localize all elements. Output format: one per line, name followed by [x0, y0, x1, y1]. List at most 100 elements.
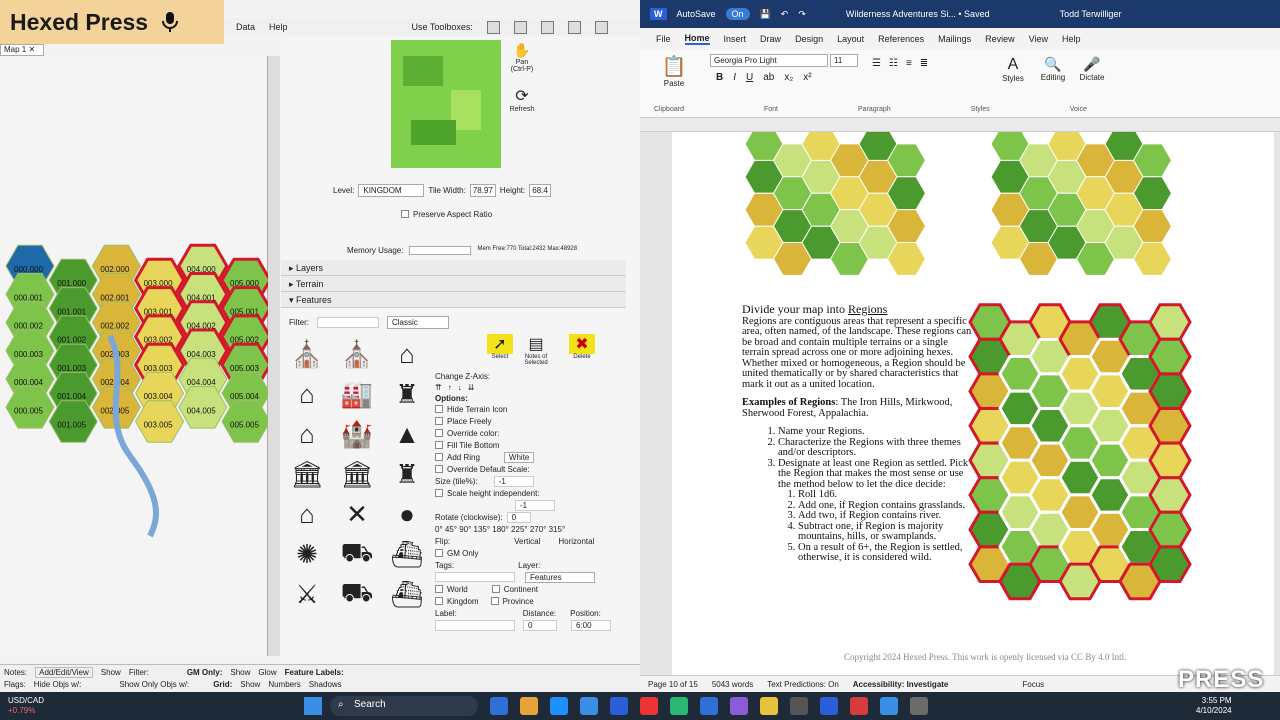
ribbon-tab-insert[interactable]: Insert: [724, 34, 747, 44]
taskbar-app-icon[interactable]: [760, 697, 778, 715]
feature-stamp-icon[interactable]: ⌂: [289, 376, 325, 412]
ribbon-tab-draw[interactable]: Draw: [760, 34, 781, 44]
autosave-toggle[interactable]: On: [725, 8, 750, 20]
document-area[interactable]: Divide your map into Regions Regions are…: [640, 132, 1280, 675]
feature-stamp-icon[interactable]: ♜: [389, 456, 425, 492]
redo-icon[interactable]: ↷: [798, 9, 806, 20]
accessibility-status[interactable]: Accessibility: Investigate: [853, 680, 949, 689]
height-input[interactable]: 68.4: [529, 184, 551, 197]
rotation-values[interactable]: 0° 45° 90° 135° 180° 225° 270° 315°: [435, 525, 565, 534]
z-lower-icon[interactable]: ↓: [458, 383, 462, 392]
feature-stamp-icon[interactable]: 🏰: [339, 416, 375, 452]
word-count[interactable]: 5043 words: [712, 680, 753, 689]
feature-stamp-icon[interactable]: ⛴: [389, 576, 425, 612]
toolbox-icon[interactable]: [594, 20, 608, 34]
taskbar-app-icon[interactable]: [670, 697, 688, 715]
underline-icon[interactable]: U: [746, 72, 753, 83]
ring-color-select[interactable]: White: [503, 451, 535, 463]
opt-add-ring[interactable]: Add Ring White: [435, 451, 625, 463]
bullets-icon[interactable]: ☰: [872, 58, 881, 69]
taskbar-app-icon[interactable]: [880, 697, 898, 715]
glow-toggle[interactable]: Glow: [258, 668, 276, 677]
bold-icon[interactable]: B: [716, 72, 723, 83]
ribbon-tab-help[interactable]: Help: [1062, 34, 1081, 44]
opt-place-freely[interactable]: Place Freely: [435, 415, 625, 427]
taskbar-app-icon[interactable]: [790, 697, 808, 715]
font-name-select[interactable]: Georgia Pro Light: [710, 54, 828, 67]
ribbon-tab-mailings[interactable]: Mailings: [938, 34, 971, 44]
section-layers[interactable]: ▸ Layers: [281, 260, 626, 276]
notes-button[interactable]: ▤ Notes of Selected: [521, 334, 551, 366]
feature-stamp-icon[interactable]: ✺: [289, 536, 325, 572]
toolbox-icon[interactable]: [567, 20, 581, 34]
feature-stamp-icon[interactable]: ⛴: [389, 536, 425, 572]
feature-stamp-icon[interactable]: ♜: [389, 376, 425, 412]
italic-icon[interactable]: I: [733, 72, 736, 83]
opt-checkbox[interactable]: [435, 597, 443, 605]
paste-button[interactable]: 📋 Paste: [654, 54, 694, 88]
superscript-icon[interactable]: x²: [803, 72, 811, 83]
opt-fill-tile[interactable]: Fill Tile Bottom: [435, 439, 625, 451]
feature-stamp-icon[interactable]: ⛟: [339, 576, 375, 612]
opt-gm-only[interactable]: GM Only: [435, 547, 625, 559]
windows-start-icon[interactable]: [304, 697, 322, 715]
taskbar-app-icon[interactable]: [700, 697, 718, 715]
opt-hide-terrain[interactable]: Hide Terrain Icon: [435, 403, 625, 415]
scale-input[interactable]: -1: [515, 499, 555, 511]
ribbon-tab-file[interactable]: File: [656, 34, 671, 44]
feature-stamp-icon[interactable]: 🏛: [289, 456, 325, 492]
strike-icon[interactable]: ab: [763, 72, 774, 83]
taskbar-app-icon[interactable]: [730, 697, 748, 715]
feature-stamp-icon[interactable]: ●: [389, 496, 425, 532]
feature-stamp-icon[interactable]: 🏛: [339, 456, 375, 492]
opt-checkbox[interactable]: [435, 405, 443, 413]
opt-checkbox[interactable]: [435, 585, 443, 593]
text-predictions[interactable]: Text Predictions: On: [767, 680, 839, 689]
focus-button[interactable]: Focus: [1022, 680, 1044, 689]
map-canvas[interactable]: 000.000 001.000 002.000 003.000 004.000 005.0…: [0, 56, 272, 656]
opt-override-scale[interactable]: Override Default Scale:: [435, 463, 625, 475]
document-body[interactable]: Divide your map into Regions Regions are…: [742, 303, 972, 564]
ribbon-tab-view[interactable]: View: [1029, 34, 1048, 44]
refresh-button[interactable]: ⟳ Refresh: [507, 86, 537, 113]
preserve-checkbox[interactable]: [401, 210, 409, 218]
menu-help[interactable]: Help: [269, 22, 288, 32]
feature-stamp-icon[interactable]: 🏭: [339, 376, 375, 412]
font-size-select[interactable]: 11: [830, 54, 858, 67]
layer-select[interactable]: Features: [525, 571, 595, 583]
feature-stamp-icon[interactable]: ▲: [389, 416, 425, 452]
opt-checkbox[interactable]: [435, 489, 443, 497]
pan-button[interactable]: ✋ Pan (Ctrl-P): [507, 42, 537, 73]
hex-grid[interactable]: 000.000001.000002.000003.000004.000005.0…: [0, 56, 272, 656]
delete-button[interactable]: ✖ Delete: [569, 334, 595, 366]
align-left-icon[interactable]: ≡: [906, 58, 912, 69]
toolbox-icon[interactable]: [540, 20, 554, 34]
label-input[interactable]: [435, 619, 515, 631]
feature-stamp-icon[interactable]: ⛪: [339, 336, 375, 372]
toolbox-icon[interactable]: [486, 20, 500, 34]
z-up-icon[interactable]: ⇈: [435, 383, 442, 392]
opt-checkbox[interactable]: [435, 465, 443, 473]
taskbar-app-icon[interactable]: [580, 697, 598, 715]
flip-horizontal[interactable]: Horizontal: [558, 537, 594, 546]
feature-stamp-icon[interactable]: ⌂: [289, 416, 325, 452]
grid-numbers[interactable]: Numbers: [268, 680, 300, 689]
dictate-button[interactable]: 🎤 Dictate: [1076, 56, 1108, 82]
ribbon-tab-home[interactable]: Home: [684, 33, 710, 45]
rotation-presets[interactable]: 0° 45° 90° 135° 180° 225° 270° 315°: [435, 523, 625, 535]
feature-stamp-icon[interactable]: ⚔: [289, 576, 325, 612]
style-select[interactable]: Classic: [387, 316, 449, 329]
feature-labels-toggle[interactable]: Feature Labels:: [285, 668, 344, 677]
taskbar-search[interactable]: ⌕ Search: [330, 696, 478, 716]
opt-checkbox[interactable]: [435, 549, 443, 557]
subscript-icon[interactable]: x₂: [784, 72, 793, 83]
feature-stamp-icon[interactable]: ✕: [339, 496, 375, 532]
feature-stamp-icon[interactable]: ⛪: [289, 336, 325, 372]
position-select[interactable]: 6:00: [571, 619, 611, 631]
select-button[interactable]: ➚ Select: [487, 334, 513, 366]
grid-show[interactable]: Show: [240, 680, 260, 689]
align-center-icon[interactable]: ≣: [920, 58, 928, 69]
taskbar-app-icon[interactable]: [640, 697, 658, 715]
level-select[interactable]: KINGDOM: [358, 184, 425, 197]
section-terrain[interactable]: ▸ Terrain: [281, 276, 626, 292]
